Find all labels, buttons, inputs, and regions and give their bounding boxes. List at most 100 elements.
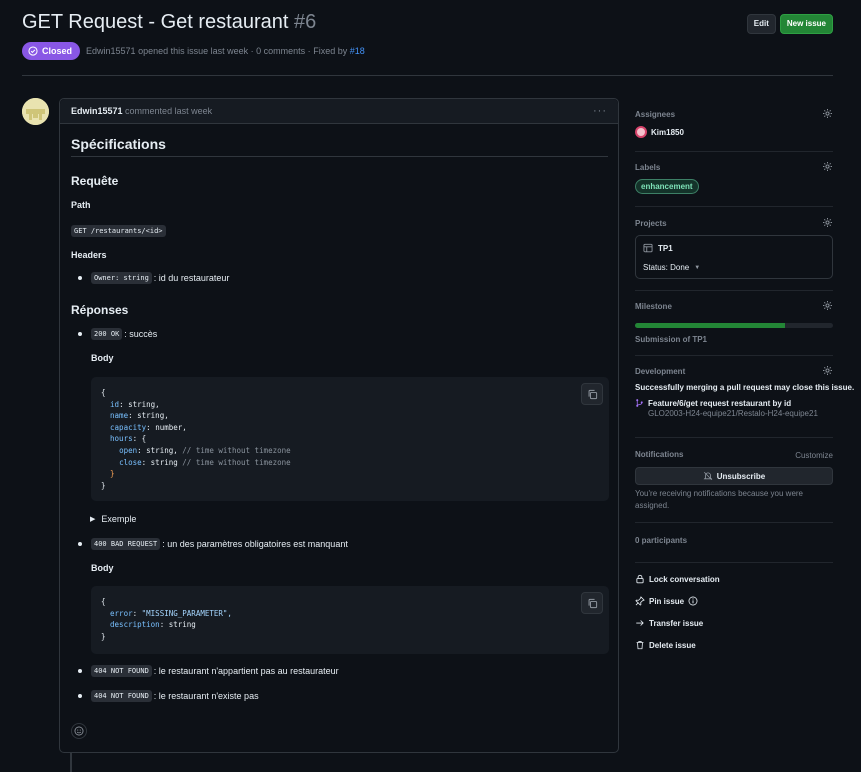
sidebar-divider <box>635 151 833 152</box>
comment-box: Edwin15571 commented last week ··· Spéci… <box>59 98 619 753</box>
issue-number: #6 <box>293 11 317 33</box>
details-summary[interactable]: ▶ Exemple <box>90 514 136 524</box>
issue-meta: Closed Edwin15571 opened this issue last… <box>22 42 365 60</box>
customize-link[interactable]: Customize <box>795 450 833 462</box>
meta-opened: opened this issue last week <box>138 46 249 56</box>
project-card[interactable]: TP1 Status: Done ▼ <box>635 235 833 279</box>
sidebar-divider <box>635 562 833 563</box>
gear-icon[interactable] <box>822 217 833 228</box>
edit-button[interactable]: Edit <box>746 14 776 34</box>
delete-issue-label: Delete issue <box>649 640 696 650</box>
details-summary-label: Exemple <box>101 514 137 524</box>
project-name: TP1 <box>658 243 673 253</box>
milestone-name[interactable]: Submission of TP1 <box>635 334 833 346</box>
label-enhancement[interactable]: enhancement <box>635 179 699 194</box>
sidebar-participants: 0 participants <box>635 535 833 547</box>
sidebar-development: Development Successfully merging a pull … <box>635 365 854 420</box>
copy-button[interactable] <box>581 592 603 614</box>
code-404a: 404 NOT FOUND <box>91 665 152 677</box>
issue-title: GET Request - Get restaurant <box>22 11 289 33</box>
list-item-owner: Owner: string: id du restaurateur <box>91 272 229 284</box>
gear-icon[interactable] <box>822 300 833 311</box>
notifications-title: Notifications <box>635 450 684 459</box>
copy-button[interactable] <box>581 383 603 405</box>
milestone-title: Milestone <box>635 302 672 311</box>
sidebar-divider <box>635 522 833 523</box>
copy-icon <box>588 598 597 608</box>
pin-icon <box>635 596 645 606</box>
comment-header: Edwin15571 commented last week ··· <box>60 99 618 124</box>
sidebar-projects: Projects TP1 Status: Done ▼ <box>635 217 833 279</box>
add-reaction-button[interactable] <box>71 723 87 739</box>
path-code: GET /restaurants/<id> <box>71 225 166 237</box>
copy-icon <box>588 389 597 399</box>
table-icon <box>643 243 653 253</box>
triangle-right-icon: ▶ <box>90 516 96 523</box>
code-block-2: { error: "MISSING_PARAMETER", descriptio… <box>91 586 609 654</box>
unsubscribe-label: Unsubscribe <box>716 471 766 481</box>
status-badge-label: Closed <box>42 46 73 56</box>
timeline-line <box>70 752 72 772</box>
list-item-400: 400 BAD REQUEST: un des paramètres oblig… <box>91 538 348 550</box>
heading-reponses: Réponses <box>71 303 129 317</box>
new-issue-button[interactable]: New issue <box>779 14 833 34</box>
list-item-200: 200 OK: succès <box>91 328 157 340</box>
bullet <box>78 276 82 280</box>
transfer-issue-label: Transfer issue <box>649 618 704 628</box>
branch-repo: GLO2003-H24-equipe21/Restalo-H24-equipe2… <box>648 409 818 418</box>
comment-author[interactable]: Edwin15571 <box>71 106 123 116</box>
sidebar-milestone: Milestone Submission of TP1 <box>635 300 833 346</box>
bullet <box>78 694 82 698</box>
bell-slash-icon <box>703 471 713 481</box>
avatar[interactable] <box>22 98 49 125</box>
sidebar-divider <box>635 437 833 438</box>
header-divider <box>22 75 833 76</box>
development-title: Development <box>635 367 686 376</box>
unsubscribe-button[interactable]: Unsubscribe <box>635 467 833 485</box>
meta-fixed-label: Fixed by <box>313 46 348 56</box>
pin-issue-action[interactable]: Pin issue <box>635 596 833 606</box>
lock-conversation-label: Lock conversation <box>649 574 720 584</box>
gear-icon[interactable] <box>822 161 833 172</box>
header-actions: Edit New issue <box>746 14 833 34</box>
text-200: : succès <box>124 329 158 339</box>
assignee-name: Kim1850 <box>651 127 684 137</box>
comment-menu-icon[interactable]: ··· <box>593 105 607 117</box>
gear-icon[interactable] <box>822 365 833 376</box>
assignee-item[interactable]: Kim1850 <box>635 126 833 138</box>
transfer-issue-action[interactable]: Transfer issue <box>635 618 833 628</box>
status-badge: Closed <box>22 42 81 60</box>
heading-requete: Requête <box>71 174 119 188</box>
chevron-down-icon: ▼ <box>694 264 701 271</box>
info-icon <box>688 596 698 606</box>
code-block-1-content: { id: string, name: string, capacity: nu… <box>101 388 291 490</box>
bullet <box>78 669 82 673</box>
heading-body-2: Body <box>91 563 114 573</box>
sidebar-divider <box>635 290 833 291</box>
gear-icon[interactable] <box>822 108 833 119</box>
lock-conversation-action[interactable]: Lock conversation <box>635 574 833 584</box>
sidebar-notifications: Notifications Customize Unsubscribe You'… <box>635 450 833 512</box>
projects-title: Projects <box>635 219 667 228</box>
project-status[interactable]: Status: Done ▼ <box>643 263 700 272</box>
lock-icon <box>636 574 644 584</box>
delete-issue-action[interactable]: Delete issue <box>635 640 833 650</box>
issue-title-row: GET Request - Get restaurant #6 <box>22 11 316 34</box>
project-status-label: Status: Done <box>643 263 690 272</box>
comment-action: commented last week <box>125 106 213 116</box>
arrow-right-icon <box>636 620 644 626</box>
assignee-avatar <box>635 126 647 138</box>
smiley-icon <box>74 726 84 736</box>
branch-name: Feature/6/get request restaurant by id <box>648 398 792 408</box>
meta-author[interactable]: Edwin15571 <box>86 46 136 56</box>
trash-icon <box>636 641 644 650</box>
sidebar-actions: Lock conversation Pin issue Transfer iss… <box>635 574 833 650</box>
participants-count: 0 participants <box>635 536 688 545</box>
linked-branch[interactable]: Feature/6/get request restaurant by id <box>635 398 833 408</box>
code-400: 400 BAD REQUEST <box>91 538 161 550</box>
list-item-404b: 404 NOT FOUND: le restaurant n'existe pa… <box>91 690 259 702</box>
fixed-by-link[interactable]: #18 <box>350 46 365 56</box>
code-200: 200 OK <box>91 328 123 340</box>
heading-specifications: Spécifications <box>71 136 166 152</box>
heading-body-1: Body <box>91 353 114 363</box>
